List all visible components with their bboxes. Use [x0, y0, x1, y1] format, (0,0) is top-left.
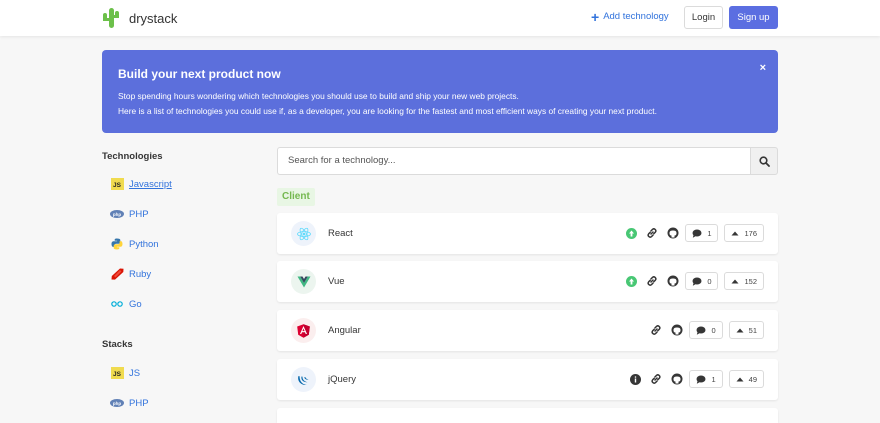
technology-card-partial[interactable]: [277, 408, 778, 423]
comments-button[interactable]: 1: [685, 224, 719, 242]
vote-count: 51: [748, 325, 757, 335]
close-icon[interactable]: ×: [760, 62, 766, 74]
plus-icon: +: [591, 8, 600, 25]
vote-count: 152: [744, 276, 757, 286]
sidebar-item-label: PHP: [129, 208, 149, 220]
technology-card-jquery[interactable]: jQuery 1 49: [277, 359, 778, 400]
sidebar-item-label: Javascript: [129, 178, 172, 190]
ruby-icon: [110, 268, 124, 280]
upvote-button[interactable]: 152: [724, 272, 764, 290]
brand[interactable]: drystack: [102, 7, 177, 29]
sidebar-item-python[interactable]: Python: [110, 238, 159, 250]
sidebar-item-go[interactable]: Go: [110, 298, 142, 310]
comment-icon: [692, 229, 702, 238]
caret-up-icon: [736, 377, 744, 381]
comment-count: 1: [707, 228, 712, 238]
vote-count: 176: [744, 228, 757, 238]
stacks-heading: Stacks: [102, 339, 133, 350]
add-technology-label: Add technology: [603, 11, 669, 22]
link-icon[interactable]: [646, 227, 658, 239]
upvote-button[interactable]: 49: [728, 370, 764, 388]
technology-name: jQuery: [328, 374, 356, 385]
brand-name: drystack: [129, 10, 178, 26]
comment-count: 0: [707, 276, 712, 286]
sidebar-item-ruby[interactable]: Ruby: [110, 268, 151, 280]
technology-card-vue[interactable]: Vue 0 152: [277, 261, 778, 302]
sidebar-item-label: Python: [129, 238, 159, 250]
php-icon: php: [110, 397, 124, 409]
comment-icon: [696, 375, 706, 384]
angular-logo-icon: [291, 318, 316, 343]
js-icon: JS: [110, 178, 124, 190]
sidebar-item-stack-js[interactable]: JS JS: [110, 367, 140, 379]
comments-button[interactable]: 0: [685, 272, 719, 290]
cactus-logo-icon: [103, 8, 119, 28]
react-logo-icon: [291, 221, 316, 246]
search-input[interactable]: Search for a technology...: [277, 147, 751, 175]
python-icon: [110, 238, 124, 250]
banner-title: Build your next product now: [118, 67, 281, 81]
search-icon: [758, 155, 770, 167]
arrow-up-circle-icon[interactable]: [625, 227, 637, 239]
sidebar-item-label: PHP: [129, 397, 149, 409]
sidebar-item-label: Go: [129, 298, 142, 310]
comment-icon: [696, 326, 706, 335]
caret-up-icon: [736, 328, 744, 332]
info-circle-icon[interactable]: [629, 373, 641, 385]
link-icon[interactable]: [646, 275, 658, 287]
technology-name: React: [328, 228, 353, 239]
sidebar-item-stack-php[interactable]: php PHP: [110, 397, 149, 409]
github-icon[interactable]: [671, 324, 683, 336]
github-icon[interactable]: [667, 275, 679, 287]
link-icon[interactable]: [650, 373, 662, 385]
sidebar-item-label: JS: [129, 367, 141, 379]
card-actions: 0 152: [616, 271, 764, 291]
comment-count: 0: [711, 325, 716, 335]
add-technology-link[interactable]: + Add technology: [591, 8, 669, 25]
vote-count: 49: [748, 374, 757, 384]
intro-banner: Build your next product now Stop spendin…: [102, 50, 778, 133]
upvote-button[interactable]: 51: [728, 321, 764, 339]
vue-logo-icon: [291, 269, 316, 294]
github-icon[interactable]: [667, 227, 679, 239]
upvote-button[interactable]: 176: [724, 224, 764, 242]
caret-up-icon: [731, 279, 739, 283]
card-actions: 1 176: [616, 223, 764, 243]
php-icon: php: [110, 208, 124, 220]
search-button[interactable]: [750, 147, 778, 175]
js-icon: JS: [110, 367, 124, 379]
github-icon[interactable]: [671, 373, 683, 385]
arrow-up-circle-icon[interactable]: [625, 275, 637, 287]
comment-count: 1: [711, 374, 716, 384]
technology-name: Vue: [328, 276, 345, 287]
link-icon[interactable]: [650, 324, 662, 336]
comments-button[interactable]: 0: [689, 321, 723, 339]
sidebar-item-php[interactable]: php PHP: [110, 208, 149, 220]
comment-icon: [692, 277, 702, 286]
caret-up-icon: [731, 231, 739, 235]
card-actions: 1 49: [620, 369, 764, 389]
banner-text-line-1: Stop spending hours wondering which tech…: [118, 91, 519, 101]
signup-button[interactable]: Sign up: [729, 6, 778, 29]
category-tag: Client: [277, 188, 315, 206]
technology-card-react[interactable]: React 1 176: [277, 213, 778, 254]
sidebar-item-javascript[interactable]: JS Javascript: [110, 178, 172, 190]
technology-name: Angular: [328, 325, 361, 336]
comments-button[interactable]: 1: [689, 370, 723, 388]
sidebar-item-label: Ruby: [129, 268, 152, 280]
go-icon: [110, 298, 124, 310]
jquery-logo-icon: [291, 367, 316, 392]
navbar: drystack + Add technology Login Sign up: [0, 0, 880, 36]
technology-card-angular[interactable]: Angular 0 51: [277, 310, 778, 351]
technologies-heading: Technologies: [102, 151, 163, 162]
login-button[interactable]: Login: [684, 6, 723, 29]
card-actions: 0 51: [641, 320, 764, 340]
banner-text-line-2: Here is a list of technologies you could…: [118, 106, 657, 116]
